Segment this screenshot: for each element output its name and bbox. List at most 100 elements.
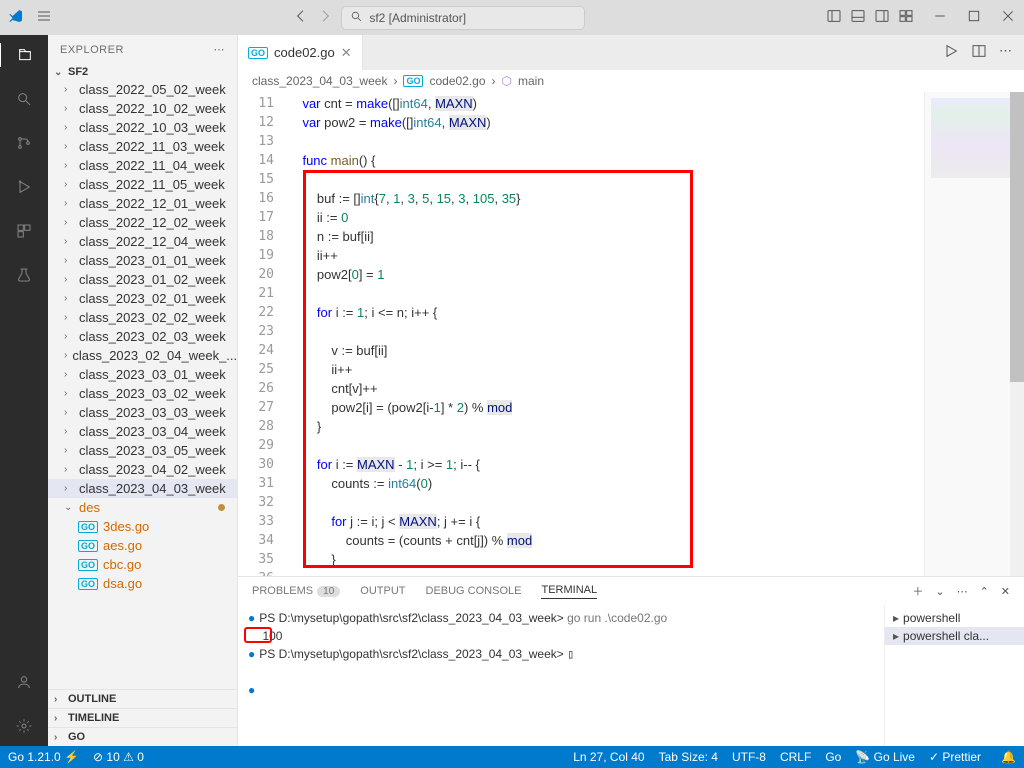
problems-tab[interactable]: PROBLEMS10 xyxy=(252,585,340,597)
folder-item[interactable]: ›class_2023_01_01_week xyxy=(48,251,237,270)
highlight-box-2 xyxy=(244,627,272,643)
explorer-title: EXPLORER xyxy=(60,44,124,56)
minimize-icon[interactable] xyxy=(932,8,948,27)
folder-item[interactable]: ›class_2022_12_02_week xyxy=(48,213,237,232)
folder-item[interactable]: ›class_2022_05_02_week xyxy=(48,80,237,99)
layout-sidebar-icon[interactable] xyxy=(826,8,842,27)
line-gutter: 11 12 13 14 15 16 17 18 19 20 21 22 23 2… xyxy=(238,92,288,576)
scrollbar[interactable] xyxy=(1010,92,1024,576)
go-version[interactable]: Go 1.21.0 ⚡ xyxy=(8,750,79,764)
layout-panel-icon[interactable] xyxy=(850,8,866,27)
explorer-icon[interactable] xyxy=(0,43,47,67)
folder-item[interactable]: ›class_2022_10_02_week xyxy=(48,99,237,118)
split-editor-icon[interactable] xyxy=(971,43,987,62)
folder-item[interactable]: ›class_2023_03_02_week xyxy=(48,384,237,403)
code-editor[interactable]: var cnt = make([]int64, MAXN) var pow2 =… xyxy=(288,92,924,576)
close-panel-icon[interactable]: ✕ xyxy=(1001,585,1010,598)
folder-item[interactable]: ›class_2022_11_04_week xyxy=(48,156,237,175)
outline-panel[interactable]: ›OUTLINE xyxy=(48,689,237,708)
folder-item[interactable]: ›class_2023_03_01_week xyxy=(48,365,237,384)
title-bar: sf2 [Administrator] xyxy=(0,0,1024,35)
folder-item[interactable]: ›class_2023_02_01_week xyxy=(48,289,237,308)
folder-item[interactable]: ›class_2023_03_03_week xyxy=(48,403,237,422)
panel-more-icon[interactable]: ⋯ xyxy=(957,585,968,598)
source-control-icon[interactable] xyxy=(12,131,36,155)
folder-item[interactable]: ›class_2023_02_03_week xyxy=(48,327,237,346)
folder-item[interactable]: ›class_2022_12_01_week xyxy=(48,194,237,213)
forward-arrow-icon[interactable] xyxy=(317,8,333,27)
folder-item[interactable]: ›class_2022_11_03_week xyxy=(48,137,237,156)
editor-more-icon[interactable]: ⋯ xyxy=(999,43,1012,62)
go-file-icon: GO xyxy=(248,47,268,59)
maximize-icon[interactable] xyxy=(966,8,982,27)
language-mode[interactable]: Go xyxy=(825,750,841,764)
folder-item[interactable]: ›class_2023_03_05_week xyxy=(48,441,237,460)
status-bar: Go 1.21.0 ⚡ ⊘ 10 ⚠ 0 Ln 27, Col 40 Tab S… xyxy=(0,746,1024,768)
close-icon[interactable] xyxy=(1000,8,1016,27)
search-icon[interactable] xyxy=(12,87,36,111)
breadcrumb[interactable]: class_2023_04_03_week› GOcode02.go› ⬡mai… xyxy=(238,70,1024,92)
project-header[interactable]: ⌄SF2 xyxy=(48,64,237,80)
more-icon[interactable]: ⋯ xyxy=(214,43,226,56)
folder-item[interactable]: ›class_2022_10_03_week xyxy=(48,118,237,137)
go-file-icon: GO xyxy=(403,75,423,87)
folder-item[interactable]: ›class_2023_02_02_week xyxy=(48,308,237,327)
terminal-output[interactable]: ●PS D:\mysetup\gopath\src\sf2\class_2023… xyxy=(238,605,884,746)
file-item[interactable]: GOaes.go xyxy=(48,536,237,555)
eol[interactable]: CRLF xyxy=(780,750,811,764)
search-icon xyxy=(350,10,363,26)
maximize-panel-icon[interactable]: ⌃ xyxy=(980,585,989,598)
file-tree: ›class_2022_05_02_week›class_2022_10_02_… xyxy=(48,80,237,689)
testing-icon[interactable] xyxy=(12,263,36,287)
new-terminal-icon[interactable]: ＋ xyxy=(912,583,923,599)
tab-size[interactable]: Tab Size: 4 xyxy=(659,750,718,764)
sidebar: EXPLORER ⋯ ⌄SF2 ›class_2022_05_02_week›c… xyxy=(48,35,238,746)
file-tab[interactable]: GO code02.go ✕ xyxy=(238,35,363,70)
settings-gear-icon[interactable] xyxy=(12,714,36,738)
timeline-panel[interactable]: ›TIMELINE xyxy=(48,708,237,727)
go-live[interactable]: 📡 Go Live xyxy=(855,750,915,764)
menu-icon[interactable] xyxy=(36,8,52,27)
file-item[interactable]: GO3des.go xyxy=(48,517,237,536)
extensions-icon[interactable] xyxy=(12,219,36,243)
file-item[interactable]: GOdsa.go xyxy=(48,574,237,593)
account-icon[interactable] xyxy=(12,670,36,694)
terminal-item[interactable]: ▸powershell xyxy=(885,609,1024,627)
terminal-tab[interactable]: TERMINAL xyxy=(541,584,597,599)
file-item[interactable]: GOcbc.go xyxy=(48,555,237,574)
layout-grid-icon[interactable] xyxy=(898,8,914,27)
output-tab[interactable]: OUTPUT xyxy=(360,585,405,597)
minimap[interactable] xyxy=(924,92,1024,576)
prettier[interactable]: ✓ Prettier xyxy=(929,750,981,764)
debug-icon[interactable] xyxy=(12,175,36,199)
vscode-icon xyxy=(8,8,24,27)
layout-secondary-icon[interactable] xyxy=(874,8,890,27)
bottom-panel: PROBLEMS10 OUTPUT DEBUG CONSOLE TERMINAL… xyxy=(238,576,1024,746)
editor-area: GO code02.go ✕ ⋯ class_2023_04_03_week› … xyxy=(238,35,1024,746)
terminal-list: ▸powershell ▸powershell cla... xyxy=(884,605,1024,746)
folder-item[interactable]: ›class_2022_11_05_week xyxy=(48,175,237,194)
run-icon[interactable] xyxy=(943,43,959,62)
tab-close-icon[interactable]: ✕ xyxy=(341,45,352,61)
debug-console-tab[interactable]: DEBUG CONSOLE xyxy=(426,585,522,597)
folder-item[interactable]: ›class_2023_04_02_week xyxy=(48,460,237,479)
search-text: sf2 [Administrator] xyxy=(369,11,466,25)
folder-item[interactable]: ›class_2023_03_04_week xyxy=(48,422,237,441)
terminal-dropdown-icon[interactable]: ⌄ xyxy=(935,585,944,598)
cursor-position[interactable]: Ln 27, Col 40 xyxy=(573,750,644,764)
symbol-icon: ⬡ xyxy=(502,74,512,88)
activity-bar xyxy=(0,35,48,746)
terminal-item[interactable]: ▸powershell cla... xyxy=(885,627,1024,645)
folder-item[interactable]: ›class_2022_12_04_week xyxy=(48,232,237,251)
encoding[interactable]: UTF-8 xyxy=(732,750,766,764)
folder-item[interactable]: ›class_2023_01_02_week xyxy=(48,270,237,289)
back-arrow-icon[interactable] xyxy=(293,8,309,27)
folder-item[interactable]: ⌄des xyxy=(48,498,237,517)
command-center[interactable]: sf2 [Administrator] xyxy=(341,6,584,30)
go-panel[interactable]: ›GO xyxy=(48,727,237,746)
editor-tabs: GO code02.go ✕ ⋯ xyxy=(238,35,1024,70)
notifications-icon[interactable]: 🔔 xyxy=(1001,750,1016,764)
folder-item[interactable]: ›class_2023_02_04_week_... xyxy=(48,346,237,365)
folder-item[interactable]: ›class_2023_04_03_week xyxy=(48,479,237,498)
status-problems[interactable]: ⊘ 10 ⚠ 0 xyxy=(93,750,144,764)
